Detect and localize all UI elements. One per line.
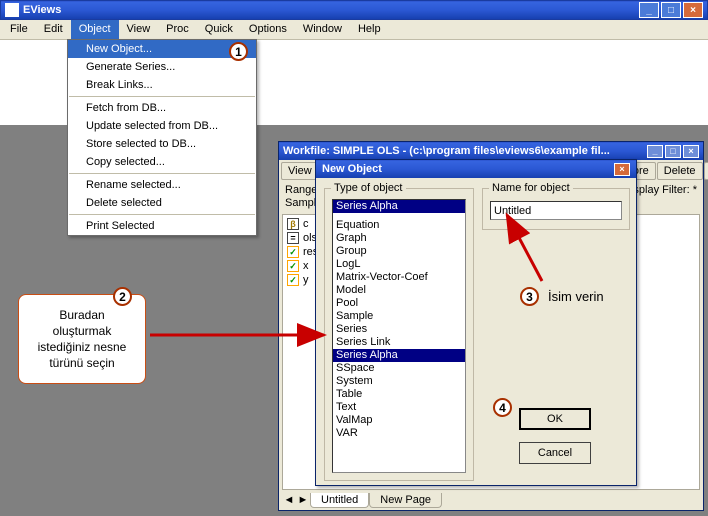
menu-entry[interactable]: Generate Series...: [68, 58, 256, 76]
object-label: y: [303, 274, 309, 286]
object-type-listbox[interactable]: Series Alpha EquationGraphGroupLogLMatrix…: [332, 199, 466, 473]
workfile-tabs: ◄ ► UntitledNew Page: [282, 492, 442, 508]
annotation-text-3: İsim verin: [548, 289, 604, 304]
workfile-tab[interactable]: New Page: [369, 493, 442, 508]
workfile-close-button[interactable]: ×: [683, 145, 699, 158]
object-type-option[interactable]: System: [333, 375, 465, 388]
annotation-number-2: 2: [113, 287, 132, 306]
object-type-option[interactable]: ValMap: [333, 414, 465, 427]
object-type-option[interactable]: SSpace: [333, 362, 465, 375]
menu-entry[interactable]: Copy selected...: [68, 153, 256, 171]
toolbar-button[interactable]: View: [281, 162, 319, 180]
workfile-min-button[interactable]: _: [647, 145, 663, 158]
object-type-option[interactable]: Text: [333, 401, 465, 414]
name-for-object-label: Name for object: [489, 182, 573, 194]
maximize-button[interactable]: □: [661, 2, 681, 18]
type-of-object-group: Type of object Series AlphaEquationGraph…: [324, 188, 474, 481]
object-type-option[interactable]: Pool: [333, 297, 465, 310]
close-button[interactable]: ×: [683, 2, 703, 18]
toolbar-button[interactable]: Delete: [657, 162, 703, 180]
name-for-object-group: Name for object: [482, 188, 630, 230]
object-type-option[interactable]: Graph: [333, 232, 465, 245]
object-type-option[interactable]: Table: [333, 388, 465, 401]
ok-button[interactable]: OK: [519, 408, 591, 430]
menu-item-proc[interactable]: Proc: [158, 20, 197, 39]
menu-entry[interactable]: Delete selected: [68, 194, 256, 212]
app-icon: [5, 3, 19, 17]
cancel-button[interactable]: Cancel: [519, 442, 591, 464]
app-titlebar: EViews _ □ ×: [0, 0, 708, 20]
menu-separator: [69, 96, 255, 97]
app-title: EViews: [23, 4, 61, 16]
menu-item-file[interactable]: File: [2, 20, 36, 39]
type-of-object-label: Type of object: [331, 182, 406, 194]
menu-entry[interactable]: Store selected to DB...: [68, 135, 256, 153]
object-icon: ✓: [287, 246, 299, 258]
menu-entry[interactable]: Print Selected: [68, 217, 256, 235]
selected-type-display: Series Alpha: [333, 200, 465, 213]
object-menu-dropdown: New Object...Generate Series...Break Lin…: [67, 39, 257, 236]
menu-entry[interactable]: Rename selected...: [68, 176, 256, 194]
object-label: c: [303, 218, 309, 230]
workfile-title: Workfile: SIMPLE OLS - (c:\program files…: [283, 145, 610, 157]
menu-item-object[interactable]: Object: [71, 20, 119, 39]
workfile-tab[interactable]: Untitled: [310, 493, 369, 508]
object-icon: ✓: [287, 260, 299, 272]
object-type-option[interactable]: Group: [333, 245, 465, 258]
menu-item-options[interactable]: Options: [241, 20, 295, 39]
menu-entry[interactable]: Update selected from DB...: [68, 117, 256, 135]
annotation-number-1: 1: [229, 42, 248, 61]
object-icon: =: [287, 232, 299, 244]
menu-item-window[interactable]: Window: [295, 20, 350, 39]
menu-entry[interactable]: Break Links...: [68, 76, 256, 94]
menu-item-view[interactable]: View: [119, 20, 159, 39]
menu-separator: [69, 173, 255, 174]
dialog-titlebar[interactable]: New Object ×: [316, 160, 636, 178]
object-type-option[interactable]: Equation: [333, 219, 465, 232]
dialog-close-button[interactable]: ×: [614, 163, 630, 176]
menu-item-quick[interactable]: Quick: [197, 20, 241, 39]
object-label: x: [303, 260, 309, 272]
minimize-button[interactable]: _: [639, 2, 659, 18]
menubar: FileEditObjectViewProcQuickOptionsWindow…: [0, 20, 708, 40]
menu-item-help[interactable]: Help: [350, 20, 389, 39]
dialog-title: New Object: [322, 163, 382, 175]
object-type-option[interactable]: LogL: [333, 258, 465, 271]
menu-entry[interactable]: Fetch from DB...: [68, 99, 256, 117]
workfile-titlebar[interactable]: Workfile: SIMPLE OLS - (c:\program files…: [279, 142, 703, 160]
object-type-option[interactable]: Sample: [333, 310, 465, 323]
object-icon: β: [287, 218, 299, 230]
object-type-option[interactable]: Series: [333, 323, 465, 336]
workfile-max-button[interactable]: □: [665, 145, 681, 158]
menu-entry[interactable]: New Object...: [68, 40, 256, 58]
annotation-text-2: Buradan oluşturmak istediğiniz nesne tür…: [38, 308, 127, 370]
object-type-option[interactable]: Model: [333, 284, 465, 297]
menu-item-edit[interactable]: Edit: [36, 20, 71, 39]
object-type-option[interactable]: Series Alpha: [333, 349, 465, 362]
annotation-box-2: Buradan oluşturmak istediğiniz nesne tür…: [18, 294, 146, 384]
tab-prev-arrow[interactable]: ◄: [282, 494, 296, 506]
object-icon: ✓: [287, 274, 299, 286]
object-type-option[interactable]: VAR: [333, 427, 465, 440]
object-type-option[interactable]: Series Link: [333, 336, 465, 349]
toolbar-button[interactable]: Genr: [704, 162, 708, 180]
object-type-option[interactable]: Matrix-Vector-Coef: [333, 271, 465, 284]
menu-separator: [69, 214, 255, 215]
annotation-number-4: 4: [493, 398, 512, 417]
annotation-number-3: 3: [520, 287, 539, 306]
new-object-dialog: New Object × Type of object Series Alpha…: [315, 159, 637, 486]
tab-next-arrow[interactable]: ►: [296, 494, 310, 506]
object-name-input[interactable]: [490, 201, 622, 220]
